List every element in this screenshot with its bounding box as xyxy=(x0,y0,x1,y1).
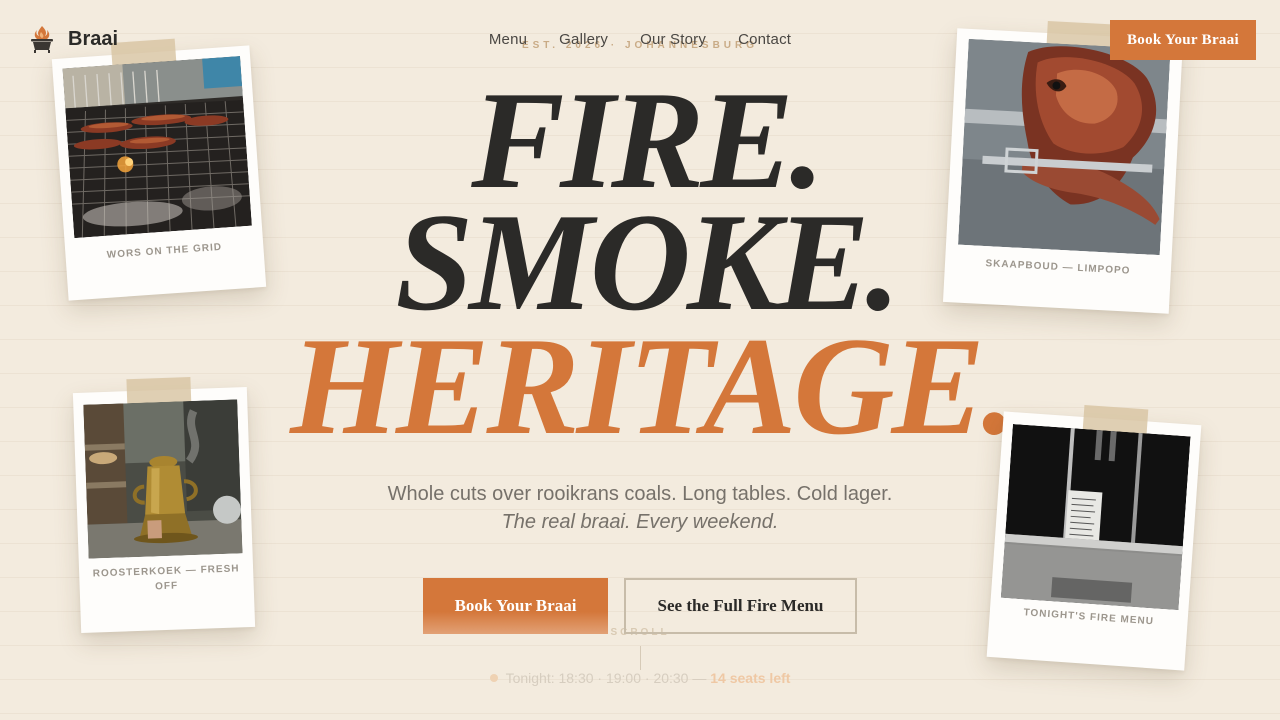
main-nav: Menu Gallery Our Story Contact xyxy=(0,31,1280,48)
availability-status: Tonight: 18:30 · 19:00 · 20:30 — 14 seat… xyxy=(0,670,1280,686)
photo-caption: ROOSTERKOEK — FRESH OFF xyxy=(92,563,240,593)
nav-link-menu[interactable]: Menu xyxy=(489,31,527,48)
nav-link-our-story[interactable]: Our Story xyxy=(640,31,706,48)
seats-left: 14 seats left xyxy=(710,670,791,686)
kettle-photo xyxy=(83,399,243,559)
session-times: Tonight: 18:30 · 19:00 · 20:30 — xyxy=(505,670,707,686)
photo-card-skaapboud: SKAAPBOUD — LIMPOPO xyxy=(942,21,1184,314)
fire-menu-button[interactable]: See the Full Fire Menu xyxy=(624,578,857,634)
photo-caption: SKAAPBOUD — LIMPOPO xyxy=(985,258,1131,277)
grill-photo xyxy=(62,56,252,239)
book-braai-button[interactable]: Book Your Braai xyxy=(423,578,608,634)
nav-book-button[interactable]: Book Your Braai xyxy=(1110,20,1256,60)
spit-roast-photo xyxy=(958,38,1171,256)
nav-link-contact[interactable]: Contact xyxy=(738,31,791,48)
menu-board-photo xyxy=(1000,424,1191,611)
photo-card-roosterkoek: ROOSTERKOEK — FRESH OFF xyxy=(72,376,256,633)
photo-card-fire-menu: TONIGHT'S FIRE MENU xyxy=(986,405,1202,671)
status-dot-icon xyxy=(489,674,498,682)
photo-caption: WORS ON THE GRID xyxy=(106,241,223,261)
photo-card-wors: WORS ON THE GRID xyxy=(51,38,267,301)
scroll-line xyxy=(640,646,641,670)
nav-link-gallery[interactable]: Gallery xyxy=(559,31,608,48)
